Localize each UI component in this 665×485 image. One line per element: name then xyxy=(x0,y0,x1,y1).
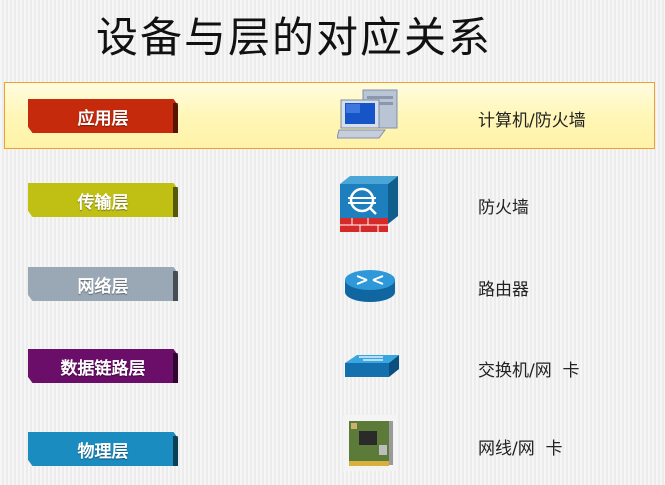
layer-label: 数据链路层 xyxy=(60,358,146,379)
layer-label: 传输层 xyxy=(77,192,129,213)
router-icon xyxy=(345,270,395,302)
layer-physical: 物理层 xyxy=(28,432,178,466)
switch-icon xyxy=(345,355,399,377)
device-label: 路由器 xyxy=(478,280,529,300)
computer-icon xyxy=(337,89,398,139)
layer-application: 应用层 xyxy=(28,99,178,133)
device-label: 交换机/网 卡 xyxy=(478,361,580,381)
device-label: 网线/网 卡 xyxy=(478,439,563,459)
layer-label: 物理层 xyxy=(77,441,129,462)
network-card-icon xyxy=(343,415,397,471)
layer-transport: 传输层 xyxy=(28,183,178,217)
layer-network: 网络层 xyxy=(28,267,178,301)
device-label: 防火墙 xyxy=(478,198,529,218)
firewall-icon xyxy=(340,176,398,232)
device-label: 计算机/防火墙 xyxy=(478,111,586,131)
layer-label: 网络层 xyxy=(77,276,129,297)
layer-label: 应用层 xyxy=(77,108,129,129)
layer-data-link: 数据链路层 xyxy=(28,349,178,383)
page-title: 设备与层的对应关系 xyxy=(96,13,493,62)
